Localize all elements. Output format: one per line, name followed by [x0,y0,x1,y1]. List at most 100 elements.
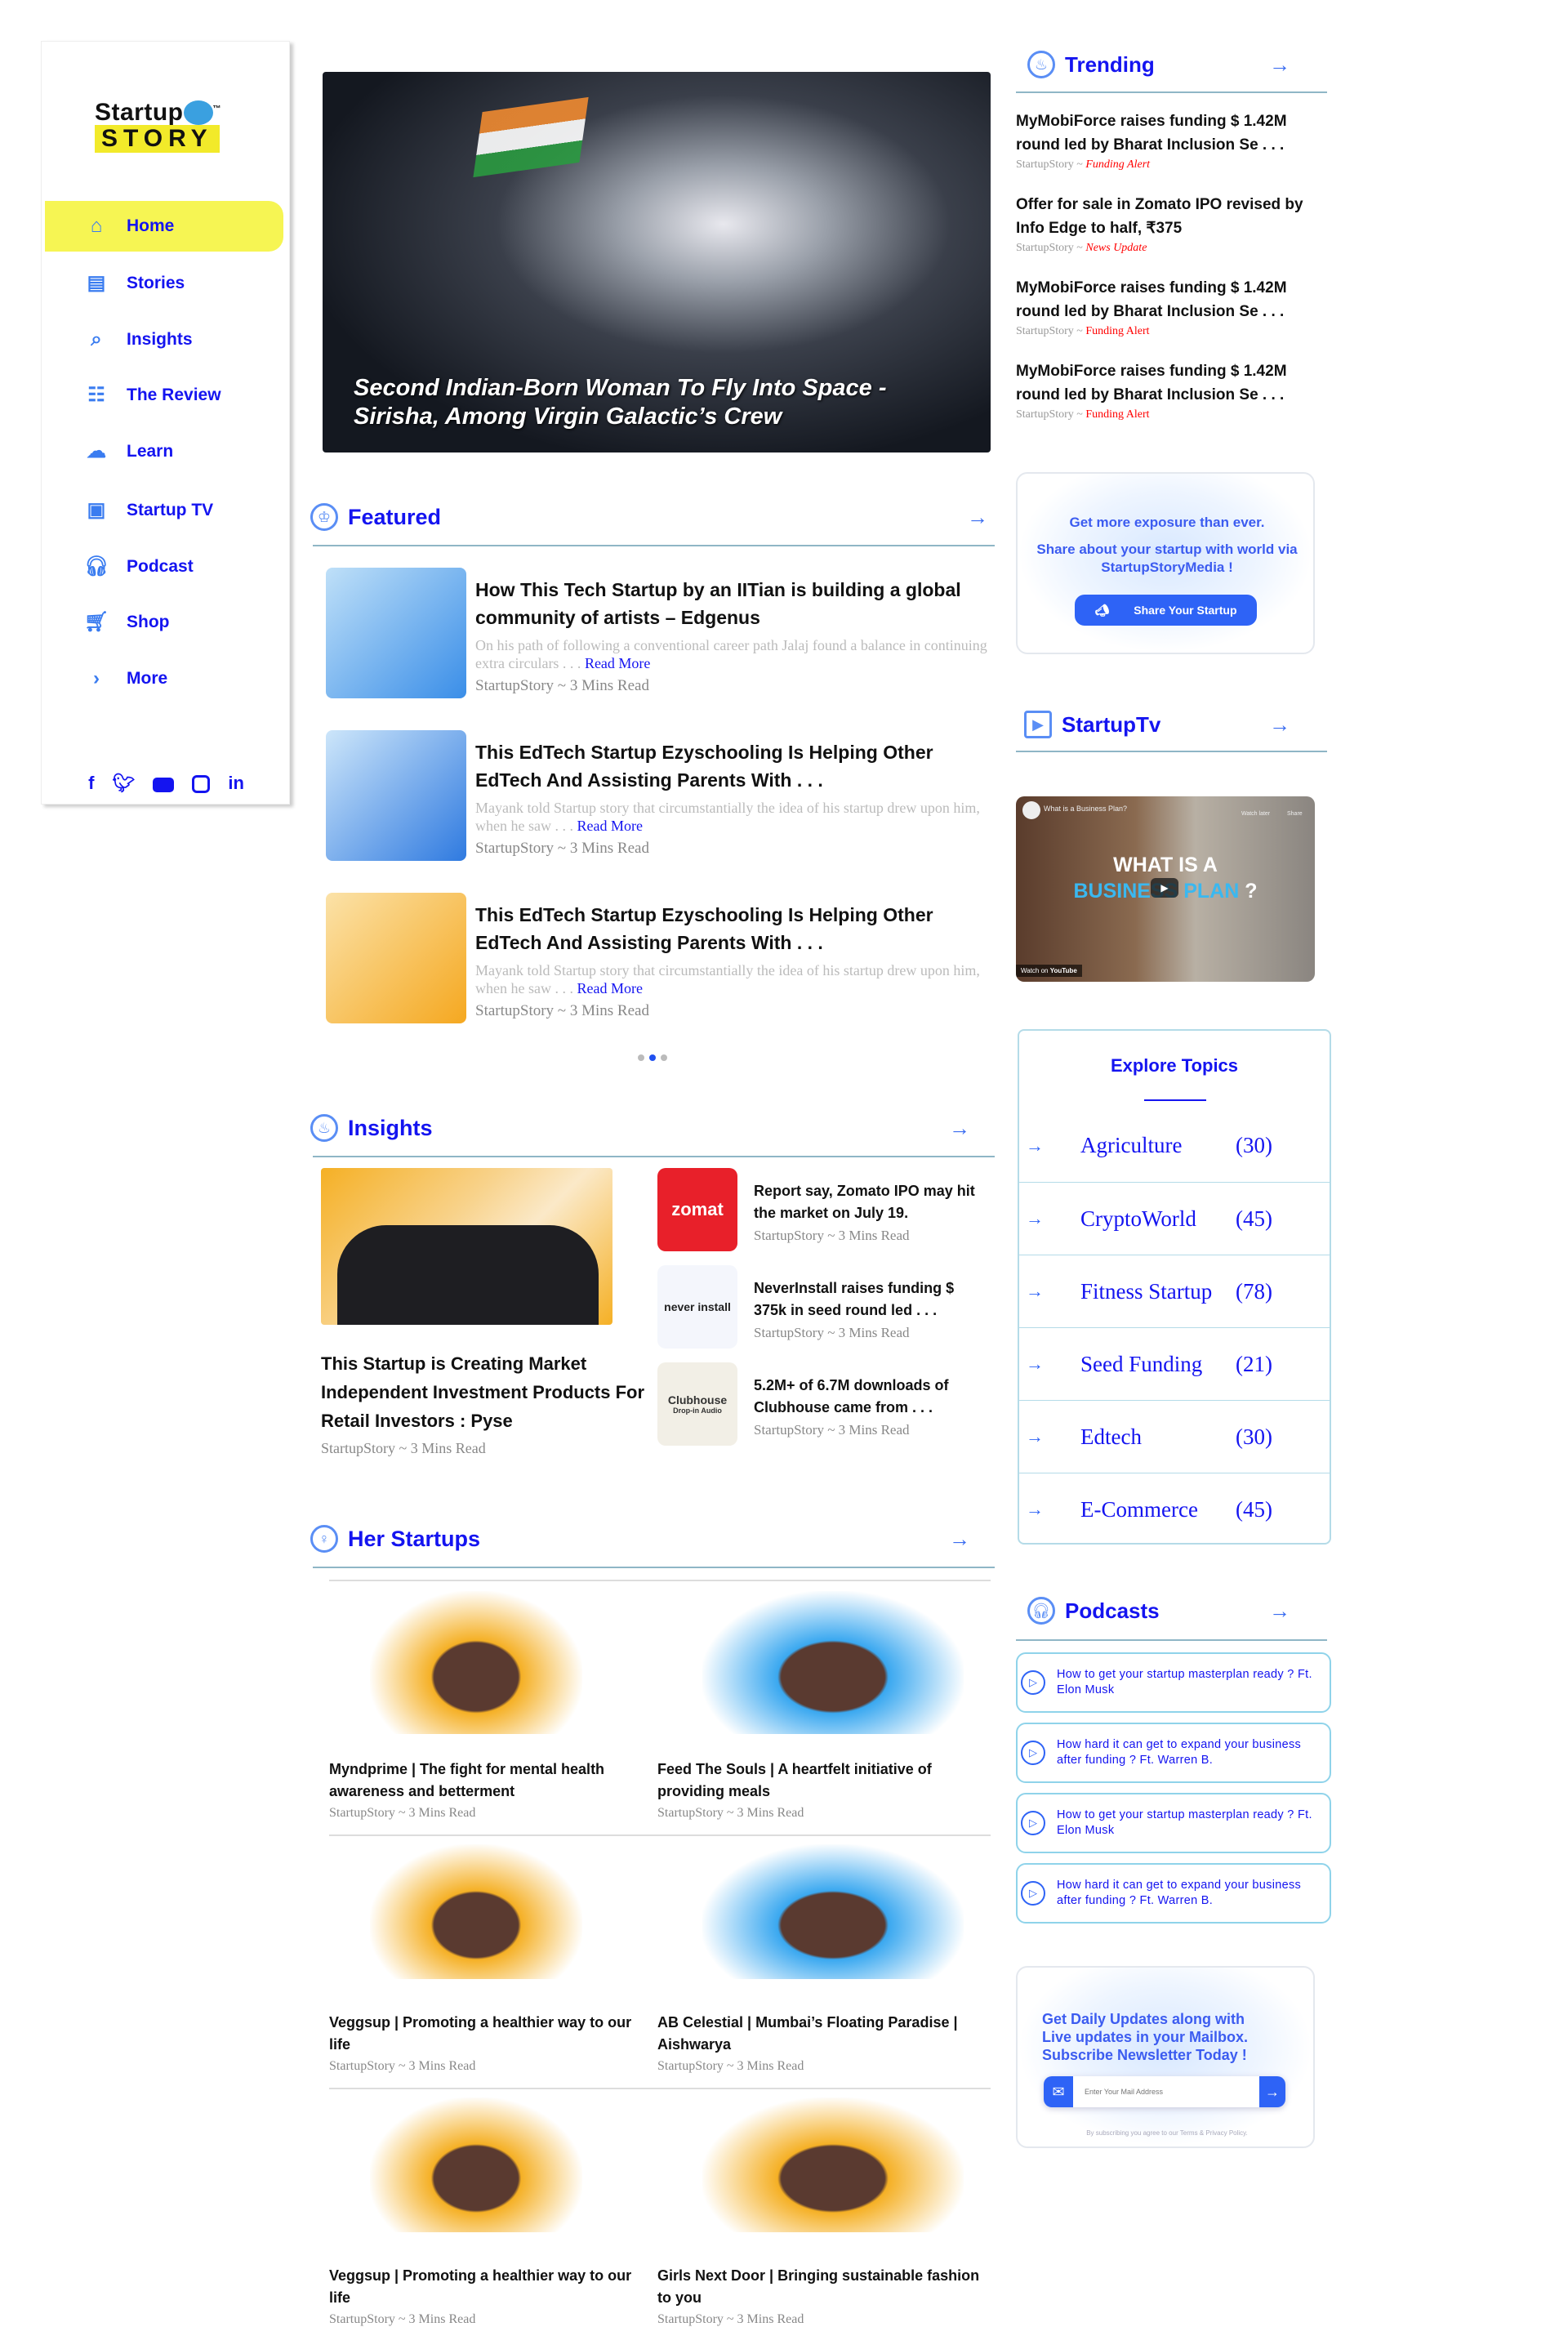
carousel-dot-active[interactable] [649,1054,656,1061]
sidebar-item-shop[interactable]: 🛒︎ Shop [45,597,283,648]
her-startup-image[interactable] [370,1591,582,1734]
sidebar-item-learn[interactable]: ☁ Learn [45,426,283,477]
insight-title[interactable]: 5.2M+ of 6.7M downloads of Clubhouse cam… [754,1375,991,1419]
insight-meta: StartupStory ~ 3 Mins Read [754,1325,910,1340]
subscribe-button[interactable]: → [1259,2076,1285,2107]
featured-image[interactable] [326,568,466,698]
email-input[interactable] [1073,2076,1259,2107]
share-button[interactable]: Share [1287,811,1303,817]
trending-title[interactable]: MyMobiForce raises funding $ 1.42M round… [1016,276,1326,323]
podcast-item[interactable]: ▷ How to get your startup masterplan read… [1016,1652,1331,1713]
insight-thumbnail[interactable]: Clubhouse Drop-in Audio [657,1362,737,1446]
read-more-link[interactable]: Read More [577,818,642,834]
insight-thumbnail[interactable]: never install [657,1265,737,1349]
twitter-icon[interactable]: 🐦︎ [112,773,135,794]
her-startup-title[interactable]: Girls Next Door | Bringing sustainable f… [657,2265,980,2309]
play-icon[interactable]: ▷ [1021,1811,1045,1835]
arrow-right-icon[interactable]: → [1269,712,1290,738]
logo[interactable]: Startup ™ STORY [95,99,242,153]
topic-name[interactable]: Agriculture [1080,1133,1236,1158]
video-player[interactable]: What is a Business Plan? Watch later Sha… [1016,796,1315,982]
watch-later-button[interactable]: Watch later [1241,811,1270,817]
sidebar-item-the-review[interactable]: ☷ The Review [45,370,283,421]
play-icon[interactable]: ▶ [1151,878,1178,898]
featured-title[interactable]: This EdTech Startup Ezyschooling Is Help… [475,738,990,794]
topic-row[interactable]: → Edtech (30) [1019,1400,1330,1473]
topic-name[interactable]: CryptoWorld [1080,1206,1236,1232]
her-startup-image[interactable] [702,1591,964,1734]
share-your-startup-button[interactable]: 📣︎ Share Your Startup [1075,595,1257,626]
arrow-right-icon[interactable]: → [1269,1598,1290,1624]
sidebar-item-startup-tv[interactable]: ▣ Startup TV [45,485,283,536]
trending-title[interactable]: MyMobiForce raises funding $ 1.42M round… [1016,359,1326,407]
podcast-title: How to get your startup masterplan ready… [1057,1808,1312,1837]
trending-title[interactable]: MyMobiForce raises funding $ 1.42M round… [1016,109,1326,157]
section-title: StartupTv [1062,711,1161,737]
her-startup-image[interactable] [702,2097,964,2232]
insight-thumbnail[interactable]: zomat [657,1168,737,1251]
insights-main-image[interactable] [321,1168,612,1325]
sidebar-item-podcast[interactable]: 🎧︎ Podcast [45,542,283,592]
insights-main-title[interactable]: This Startup is Creating Market Independ… [321,1349,656,1435]
arrow-right-icon[interactable]: → [967,505,988,530]
her-startup-image[interactable] [370,1844,582,1979]
youtube-icon[interactable] [153,778,175,792]
sidebar-item-label: Learn [127,442,174,461]
her-startup-title[interactable]: AB Celestial | Mumbai’s Floating Paradis… [657,2012,980,2056]
insight-title[interactable]: Report say, Zomato IPO may hit the marke… [754,1180,991,1224]
title-underline [1144,1099,1206,1101]
her-startup-title[interactable]: Myndprime | The fight for mental health … [329,1759,652,1803]
read-more-link[interactable]: Read More [577,980,642,996]
trending-tag[interactable]: Funding Alert [1085,325,1149,337]
her-startup-image[interactable] [702,1844,964,1979]
sidebar-item-more[interactable]: › More [45,653,283,704]
her-startup-title[interactable]: Feed The Souls | A heartfelt initiative … [657,1759,980,1803]
topic-row[interactable]: → Seed Funding (21) [1019,1327,1330,1400]
carousel-dot[interactable] [638,1054,644,1061]
insight-title[interactable]: NeverInstall raises funding $ 375k in se… [754,1277,991,1322]
linkedin-icon[interactable]: in [228,773,244,794]
topic-row[interactable]: → Agriculture (30) [1019,1109,1330,1182]
featured-title[interactable]: This EdTech Startup Ezyschooling Is Help… [475,901,990,956]
topic-row[interactable]: → CryptoWorld (45) [1019,1182,1330,1255]
watch-on-youtube[interactable]: Watch on YouTube [1016,965,1082,977]
trending-tag[interactable]: Funding Alert [1085,158,1150,171]
topic-row[interactable]: → Fitness Startup (78) [1019,1255,1330,1327]
featured-image[interactable] [326,730,466,861]
featured-meta: StartupStory ~ 3 Mins Read [475,1002,649,1019]
podcast-item[interactable]: ▷ How to get your startup masterplan read… [1016,1793,1331,1853]
podcast-title: How to get your startup masterplan ready… [1057,1668,1312,1696]
play-icon[interactable]: ▷ [1021,1741,1045,1765]
featured-title[interactable]: How This Tech Startup by an IITian is bu… [475,576,990,631]
trending-source: StartupStory ~ [1016,158,1086,171]
featured-header: ♔ Featured → [310,501,988,533]
trending-tag[interactable]: Funding Alert [1085,408,1149,421]
podcast-item[interactable]: ▷ How hard it can get to expand your busi… [1016,1723,1331,1783]
her-startup-title[interactable]: Veggsup | Promoting a healthier way to o… [329,2265,652,2309]
sidebar-item-insights[interactable]: ⌕ Insights [45,314,283,365]
arrow-right-icon[interactable]: → [1269,52,1290,78]
carousel-dot[interactable] [661,1054,667,1061]
topic-name[interactable]: E-Commerce [1080,1497,1236,1522]
facebook-icon[interactable]: f [88,773,94,794]
topic-row[interactable]: → E-Commerce (45) [1019,1473,1330,1545]
sidebar-item-home[interactable]: ⌂ Home [45,201,283,252]
topic-name[interactable]: Seed Funding [1080,1352,1236,1377]
sidebar-item-stories[interactable]: ▤ Stories [45,258,283,309]
trending-title[interactable]: Offer for sale in Zomato IPO revised by … [1016,193,1326,240]
her-startup-title[interactable]: Veggsup | Promoting a healthier way to o… [329,2012,652,2056]
instagram-icon[interactable] [192,775,211,793]
hero-banner[interactable]: Second Indian-Born Woman To Fly Into Spa… [323,72,991,452]
play-icon[interactable]: ▷ [1021,1670,1045,1695]
topic-name[interactable]: Edtech [1080,1424,1236,1450]
arrow-right-icon[interactable]: → [949,1527,970,1552]
featured-image[interactable] [326,893,466,1023]
read-more-link[interactable]: Read More [585,655,650,671]
trending-tag[interactable]: News Update [1085,242,1147,254]
her-startup-image[interactable] [370,2097,582,2232]
topic-name[interactable]: Fitness Startup [1080,1279,1236,1304]
arrow-right-icon[interactable]: → [949,1116,970,1141]
hero-title[interactable]: Second Indian-Born Woman To Fly Into Spa… [354,374,974,431]
play-icon[interactable]: ▷ [1021,1881,1045,1906]
podcast-item[interactable]: ▷ How hard it can get to expand your busi… [1016,1863,1331,1924]
